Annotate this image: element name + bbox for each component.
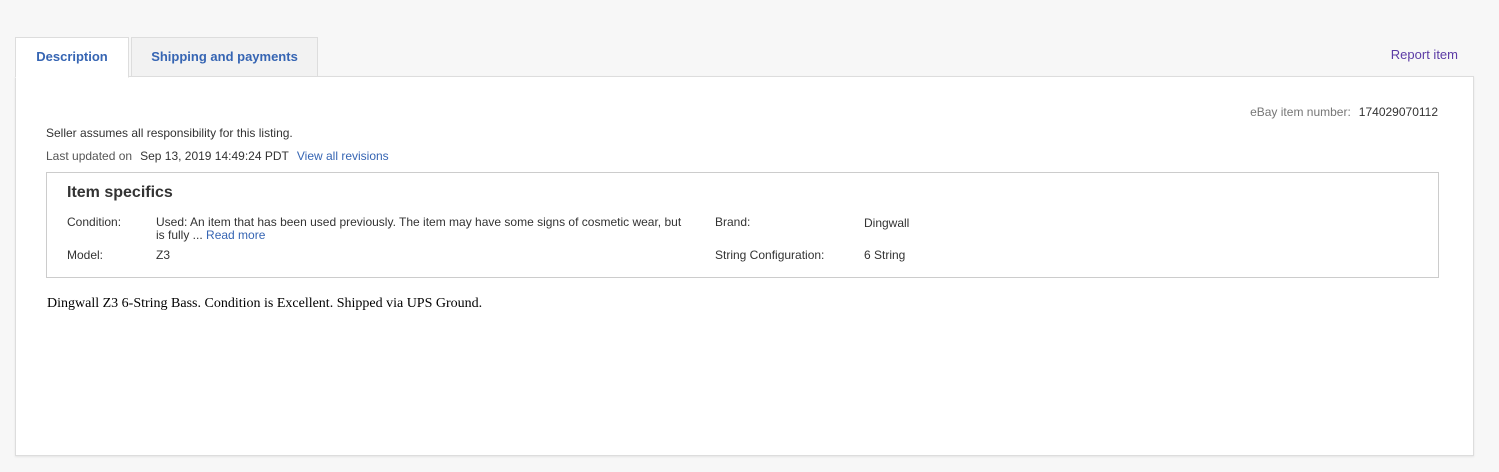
model-label: Model:	[67, 248, 104, 262]
tab-bar: Description Shipping and payments	[15, 37, 318, 78]
item-number-value: 174029070112	[1358, 105, 1438, 119]
last-updated: Last updated on Sep 13, 2019 14:49:24 PDT…	[46, 149, 389, 163]
brand-label: Brand:	[715, 215, 751, 229]
item-number: eBay item number: 174029070112	[1250, 105, 1438, 119]
tab-description[interactable]: Description	[15, 37, 129, 78]
last-updated-date: Sep 13, 2019 14:49:24 PDT	[140, 149, 289, 163]
item-specifics-title: Item specifics	[67, 184, 173, 201]
string-configuration-label: String Configuration:	[715, 248, 825, 262]
condition-value: Used: An item that has been used previou…	[156, 216, 686, 242]
read-more-link[interactable]: Read more	[206, 228, 265, 242]
item-description: Dingwall Z3 6-String Bass. Condition is …	[47, 296, 483, 311]
responsibility-notice: Seller assumes all responsibility for th…	[46, 126, 293, 140]
view-all-revisions-link[interactable]: View all revisions	[297, 149, 389, 163]
brand-value: Dingwall	[864, 216, 910, 230]
item-specifics-box: Item specifics Condition: Used: An item …	[46, 172, 1439, 278]
model-value: Z3	[156, 248, 171, 262]
condition-label: Condition:	[67, 215, 122, 229]
last-updated-label: Last updated on	[46, 149, 133, 163]
tab-shipping-and-payments[interactable]: Shipping and payments	[131, 37, 318, 76]
string-configuration-value: 6 String	[864, 248, 906, 262]
description-panel: eBay item number: 174029070112 Seller ass…	[15, 76, 1474, 456]
report-item-link[interactable]: Report item	[1391, 47, 1458, 62]
item-number-label: eBay item number:	[1250, 105, 1351, 119]
